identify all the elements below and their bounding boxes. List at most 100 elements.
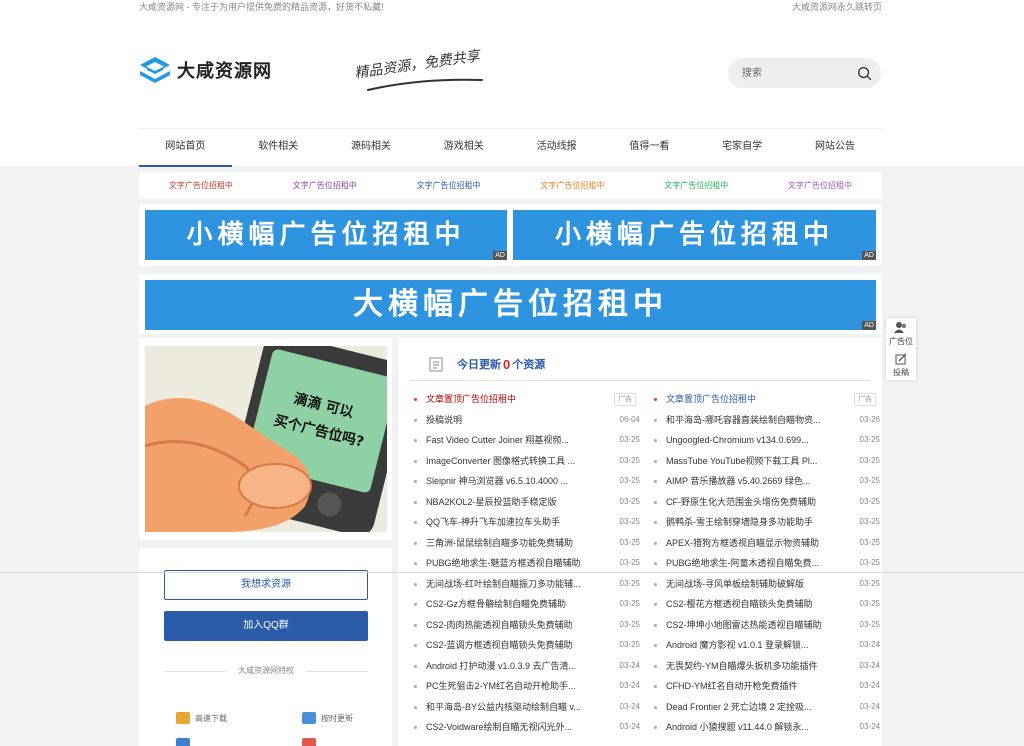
resource-row[interactable]: Dead Frontier 2 死亡边境 2 定拴吸... 03-24 xyxy=(650,697,880,718)
text-ad-link[interactable]: 文字广告位招租中 xyxy=(510,180,634,191)
resource-row[interactable]: Android 打护动漫 v1.0.3.9 去广告清... 03-24 xyxy=(410,656,640,677)
resource-row[interactable]: Android 小猿搜题 v11.44.0 解锁永... 03-24 xyxy=(650,717,880,738)
resource-row[interactable]: NBA2KOL2-星辰投篮助手稳定版 03-25 xyxy=(410,492,640,513)
resource-title[interactable]: 文章置顶广告位招租中 xyxy=(426,389,596,410)
resource-title[interactable]: AIMP 音乐播放器 v5.40.2669 绿色... xyxy=(666,471,836,492)
resource-row[interactable]: APEX-猎狗方框透视自瞄显示物资辅助 03-25 xyxy=(650,533,880,554)
float-submit-button[interactable]: 投稿 xyxy=(886,353,916,378)
resource-row[interactable]: 无间战场-红叶绘制自瞄振刀多功能辅... 03-25 xyxy=(410,574,640,595)
resource-row[interactable]: Sleipnir 神马浏览器 v6.5.10.4000 ... 03-25 xyxy=(410,471,640,492)
nav-item-software[interactable]: 软件相关 xyxy=(232,129,325,167)
resource-title[interactable]: Android 打护动漫 v1.0.3.9 去广告清... xyxy=(426,656,596,677)
resource-title[interactable]: PUBG绝地求生-魅蓝方框透视自瞄辅助 xyxy=(426,553,596,574)
resource-title[interactable]: 文章置顶广告位招租中 xyxy=(666,389,836,410)
text-ad-link[interactable]: 文字广告位招租中 xyxy=(634,180,758,191)
resource-row[interactable]: 无畏契约-YM自瞄爆头扳机多功能插件 03-24 xyxy=(650,656,880,677)
search-input[interactable] xyxy=(742,65,852,81)
resource-row[interactable]: CFHD-YM红名自动开枪免费插件 03-24 xyxy=(650,676,880,697)
nav-item-home[interactable]: 网站首页 xyxy=(139,129,232,167)
resource-title[interactable]: 无间战场-寻风单板绘制辅助破解版 xyxy=(666,574,836,595)
nav-item-worth-seeing[interactable]: 值得一看 xyxy=(603,129,696,167)
today-prefix: 今日更新 xyxy=(457,359,501,371)
float-ad-button[interactable]: 广告位 xyxy=(886,321,916,347)
resource-date: 03-24 xyxy=(859,722,880,731)
resource-title[interactable]: Dead Frontier 2 死亡边境 2 定拴吸... xyxy=(666,697,836,718)
resource-row[interactable]: Ungoogled-Chromium v134.0.699... 03-25 xyxy=(650,430,880,451)
resource-row[interactable]: MassTube YouTube视频下载工具 Pl... 03-25 xyxy=(650,451,880,472)
nav-item-source-code[interactable]: 源码相关 xyxy=(325,129,418,167)
resource-date: 03-25 xyxy=(619,619,640,629)
bullet-icon xyxy=(414,541,417,545)
resource-title[interactable]: 和平海岛-哪吒容器直装绘制自瞄物资... xyxy=(666,410,836,431)
resource-title[interactable]: 无间战场-红叶绘制自瞄振刀多功能辅... xyxy=(426,574,596,595)
resource-title[interactable]: QQ飞车-神升飞车加速拉车头助手 xyxy=(426,512,596,533)
resource-title[interactable]: MassTube YouTube视频下载工具 Pl... xyxy=(666,451,836,472)
resource-row[interactable]: 无间战场-寻风单板绘制辅助破解版 03-25 xyxy=(650,574,880,595)
request-resource-button[interactable]: 我想求资源 xyxy=(164,570,368,600)
resource-row[interactable]: PUBG绝地求生-魅蓝方框透视自瞄辅助 03-25 xyxy=(410,553,640,574)
site-logo[interactable]: 大咸资源网 xyxy=(139,56,272,84)
resource-row[interactable]: CS2-Voidware绘制自瞄无视闪光外... 03-24 xyxy=(410,717,640,738)
resource-row[interactable]: PUBG绝地求生-阿童木透视自瞄免费... 03-25 xyxy=(650,553,880,574)
large-banner[interactable]: 大横幅广告位招租中 AD xyxy=(145,280,876,330)
resource-row[interactable]: ImageConverter 图像格式转换工具 ... 03-25 xyxy=(410,451,640,472)
nav-item-self-study[interactable]: 宅家自学 xyxy=(696,129,789,167)
resource-title[interactable]: APEX-猎狗方框透视自瞄显示物资辅助 xyxy=(666,533,836,554)
resource-row[interactable]: CF-野原生化大范围金头增伤免费辅助 03-25 xyxy=(650,492,880,513)
resource-row[interactable]: Fast Video Cutter Joiner 翔基视频... 03-25 xyxy=(410,430,640,451)
join-qq-group-button[interactable]: 加入QQ群 xyxy=(164,611,368,641)
resource-title[interactable]: CS2-Voidware绘制自瞄无视闪光外... xyxy=(426,717,596,738)
resource-row[interactable]: Android 魔方影视 v1.0.1 登录解锁... 03-24 xyxy=(650,635,880,656)
resource-row[interactable]: 投稿说明 06-04 xyxy=(410,410,640,431)
resource-row[interactable]: QQ飞车-神升飞车加速拉车头助手 03-25 xyxy=(410,512,640,533)
resource-title[interactable]: Sleipnir 神马浏览器 v6.5.10.4000 ... xyxy=(426,471,596,492)
sticky-ad-row[interactable]: 文章置顶广告位招租中 广告 xyxy=(410,389,640,410)
resource-row[interactable]: CS2-坤坤小地图雷达热能透视自瞄辅助 03-25 xyxy=(650,615,880,636)
resource-row[interactable]: CS2-肉肉热能透视自瞄锁头免费辅助 03-25 xyxy=(410,615,640,636)
resource-title[interactable]: Android 魔方影视 v1.0.1 登录解锁... xyxy=(666,635,836,656)
resource-title[interactable]: 三角洲-鼠鼠绘制自瞄多功能免费辅助 xyxy=(426,533,596,554)
resource-title[interactable]: Fast Video Cutter Joiner 翔基视频... xyxy=(426,430,596,451)
resource-row[interactable]: PC生死狙击2-YM红名自动开枪助手... 03-24 xyxy=(410,676,640,697)
resource-title[interactable]: 投稿说明 xyxy=(426,410,596,431)
bullet-icon xyxy=(414,705,417,709)
small-banner-left[interactable]: 小横幅广告位招租中 AD xyxy=(145,210,507,260)
resource-title[interactable]: CFHD-YM红名自动开枪免费插件 xyxy=(666,676,836,697)
nav-item-announcements[interactable]: 网站公告 xyxy=(789,129,882,167)
download-icon xyxy=(176,712,190,724)
text-ad-link[interactable]: 文字广告位招租中 xyxy=(263,180,387,191)
resource-title[interactable]: 和平海岛-BY公益内核驱动绘制自瞄 v... xyxy=(426,697,596,718)
nav-item-activities[interactable]: 活动线报 xyxy=(510,129,603,167)
resource-title[interactable]: NBA2KOL2-星辰投篮助手稳定版 xyxy=(426,492,596,513)
resource-title[interactable]: Ungoogled-Chromium v134.0.699... xyxy=(666,430,836,451)
resource-row[interactable]: 和平海岛-哪吒容器直装绘制自瞄物资... 03-26 xyxy=(650,410,880,431)
text-ad-link[interactable]: 文字广告位招租中 xyxy=(139,180,263,191)
resource-row[interactable]: CS2-Gz方框骨骼绘制自瞄免费辅助 03-25 xyxy=(410,594,640,615)
resource-row[interactable]: 和平海岛-BY公益内核驱动绘制自瞄 v... 03-24 xyxy=(410,697,640,718)
small-banner-right[interactable]: 小横幅广告位招租中 AD xyxy=(513,210,876,260)
resource-title[interactable]: 无畏契约-YM自瞄爆头扳机多功能插件 xyxy=(666,656,836,677)
resource-title[interactable]: PUBG绝地求生-阿童木透视自瞄免费... xyxy=(666,553,836,574)
ad-promo-card[interactable]: 滴滴 可以 买个广告位吗? 确定 xyxy=(139,338,392,540)
resource-title[interactable]: CF-野原生化大范围金头增伤免费辅助 xyxy=(666,492,836,513)
resource-row[interactable]: 三角洲-鼠鼠绘制自瞄多功能免费辅助 03-25 xyxy=(410,533,640,554)
resource-row[interactable]: AIMP 音乐播放器 v5.40.2669 绿色... 03-25 xyxy=(650,471,880,492)
resource-date: 03-25 xyxy=(859,599,880,608)
sticky-ad-row[interactable]: 文章置顶广告位招租中 广告 xyxy=(650,389,880,410)
resource-title[interactable]: CS2-蓝调方框透视自瞄锁头免费辅助 xyxy=(426,635,596,656)
resource-title[interactable]: ImageConverter 图像格式转换工具 ... xyxy=(426,451,596,472)
search-icon[interactable] xyxy=(857,66,872,81)
resource-title[interactable]: Android 小猿搜题 v11.44.0 解锁永... xyxy=(666,717,836,738)
resource-title[interactable]: CS2-坤坤小地图雷达热能透视自瞄辅助 xyxy=(666,615,836,636)
resource-title[interactable]: PC生死狙击2-YM红名自动开枪助手... xyxy=(426,676,596,697)
resource-title[interactable]: 鹅鸭杀-雪王绘制穿墙隐身多功能助手 xyxy=(666,512,836,533)
nav-item-games[interactable]: 游戏相关 xyxy=(417,129,510,167)
resource-title[interactable]: CS2-Gz方框骨骼绘制自瞄免费辅助 xyxy=(426,594,596,615)
resource-row[interactable]: CS2-樱花方框透视自瞄锁头免费辅助 03-25 xyxy=(650,594,880,615)
resource-title[interactable]: CS2-肉肉热能透视自瞄锁头免费辅助 xyxy=(426,615,596,636)
text-ad-link[interactable]: 文字广告位招租中 xyxy=(758,180,882,191)
resource-title[interactable]: CS2-樱花方框透视自瞄锁头免费辅助 xyxy=(666,594,836,615)
resource-row[interactable]: CS2-蓝调方框透视自瞄锁头免费辅助 03-25 xyxy=(410,635,640,656)
text-ad-link[interactable]: 文字广告位招租中 xyxy=(387,180,511,191)
resource-row[interactable]: 鹅鸭杀-雪王绘制穿墙隐身多功能助手 03-25 xyxy=(650,512,880,533)
